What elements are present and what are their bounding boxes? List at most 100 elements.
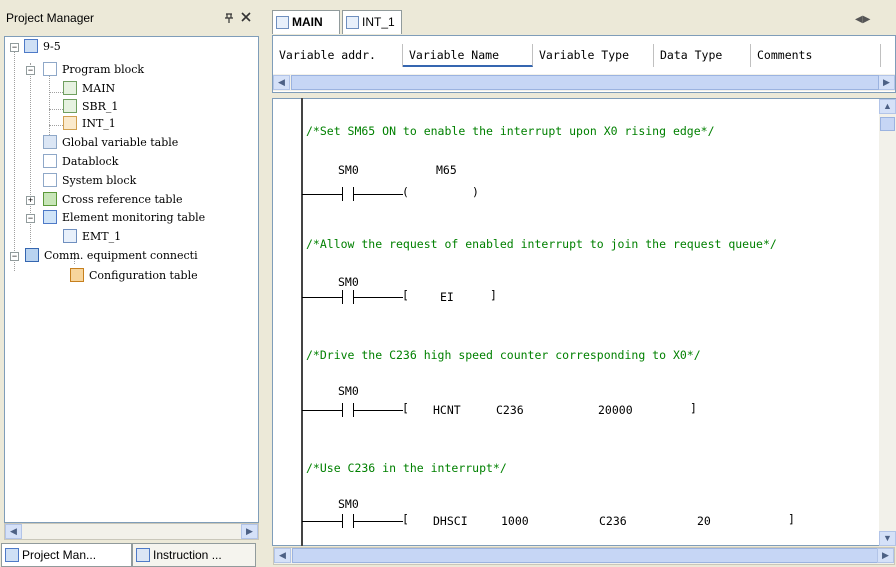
- tab-project-manager[interactable]: Project Man...: [1, 543, 132, 567]
- box-open-bracket: [: [402, 401, 409, 415]
- monitor-table-icon: [63, 229, 77, 243]
- tab-int-1[interactable]: INT_1: [342, 10, 402, 34]
- project-icon: [5, 548, 19, 562]
- cross-reference-icon: [43, 192, 57, 206]
- tree-item-label: System block: [62, 174, 137, 187]
- tab-instruction[interactable]: Instruction ...: [132, 543, 256, 567]
- operand: C236: [496, 403, 524, 417]
- tab-label: Project Man...: [22, 548, 97, 562]
- scroll-right-icon[interactable]: ▶: [878, 75, 895, 90]
- tree-item-datablock[interactable]: Datablock: [43, 154, 118, 170]
- monitor-icon: [43, 210, 57, 224]
- expand-icon[interactable]: +: [26, 196, 35, 205]
- tree-horizontal-scrollbar[interactable]: ◀ ▶: [4, 523, 259, 540]
- instruction-mnemonic: EI: [440, 290, 454, 304]
- tree-item-int[interactable]: INT_1: [63, 116, 116, 132]
- operand: 1000: [501, 514, 529, 528]
- tab-main[interactable]: MAIN: [272, 10, 340, 34]
- tab-right-icon[interactable]: ▶: [863, 14, 871, 25]
- scroll-down-icon[interactable]: ▼: [879, 531, 896, 546]
- tree-item-label: Cross reference table: [62, 193, 183, 206]
- collapse-icon[interactable]: −: [26, 214, 35, 223]
- scroll-right-icon[interactable]: ▶: [877, 548, 894, 563]
- tree-item-label: Program block: [62, 63, 145, 76]
- contact-bar: [342, 187, 343, 201]
- wire: [302, 521, 342, 522]
- instruction-mnemonic: HCNT: [433, 403, 461, 417]
- column-variable-name[interactable]: Variable Name: [403, 44, 533, 67]
- tree-item-emt[interactable]: EMT_1: [63, 229, 121, 245]
- column-data-type[interactable]: Data Type: [654, 44, 751, 67]
- coil-close-paren: ): [472, 185, 479, 199]
- coil-open-paren: (: [402, 185, 409, 199]
- tab-left-icon[interactable]: ◀: [855, 14, 863, 25]
- box-close-bracket: ]: [490, 288, 497, 302]
- wire: [353, 410, 403, 411]
- interrupt-icon: [63, 116, 77, 130]
- scroll-left-icon[interactable]: ◀: [5, 524, 22, 539]
- editor-horizontal-scrollbar[interactable]: ◀ ▶: [273, 547, 895, 565]
- tree-item-system-block[interactable]: System block: [43, 173, 136, 189]
- interrupt-icon: [346, 16, 359, 29]
- contact-label: SM0: [338, 163, 359, 177]
- project-tree: − 9-5 − Program block MAIN SBR_1 INT_1 G…: [4, 36, 259, 523]
- tree-item-sbr[interactable]: SBR_1: [63, 99, 118, 115]
- close-icon[interactable]: [241, 10, 251, 25]
- column-variable-type[interactable]: Variable Type: [533, 44, 654, 67]
- table-icon: [43, 135, 57, 149]
- network-comment: /*Set SM65 ON to enable the interrupt up…: [306, 124, 715, 138]
- tree-item-config-table[interactable]: Configuration table: [70, 268, 198, 284]
- scroll-thumb[interactable]: [291, 75, 879, 90]
- scroll-right-icon[interactable]: ▶: [241, 524, 258, 539]
- tree-item-label: Configuration table: [89, 269, 198, 282]
- collapse-icon[interactable]: −: [26, 66, 35, 75]
- collapse-icon[interactable]: −: [10, 252, 19, 261]
- operand: C236: [599, 514, 627, 528]
- scroll-left-icon[interactable]: ◀: [273, 75, 290, 90]
- panel-title: Project Manager: [6, 11, 95, 25]
- scroll-thumb[interactable]: [292, 548, 882, 563]
- tree-item-label: Global variable table: [62, 136, 179, 149]
- scroll-up-icon[interactable]: ▲: [879, 99, 896, 114]
- tree-item-cross-ref[interactable]: Cross reference table: [43, 192, 183, 208]
- contact-label: SM0: [338, 497, 359, 511]
- wire: [353, 194, 403, 195]
- variable-table-scrollbar[interactable]: ◀ ▶: [273, 74, 895, 91]
- network-comment: /*Use C236 in the interrupt*/: [306, 461, 507, 475]
- contact-bar: [342, 403, 343, 417]
- operand: 20: [697, 514, 711, 528]
- contact-label: SM0: [338, 275, 359, 289]
- ladder-editor[interactable]: [272, 98, 896, 546]
- scroll-thumb[interactable]: [880, 117, 895, 131]
- tab-label: Instruction ...: [153, 548, 222, 562]
- left-power-rail: [301, 98, 303, 546]
- collapse-icon[interactable]: −: [10, 43, 19, 52]
- operand: 20000: [598, 403, 633, 417]
- tree-item-project[interactable]: 9-5: [24, 39, 61, 55]
- column-variable-addr[interactable]: Variable addr.: [273, 44, 403, 67]
- tree-item-global-vars[interactable]: Global variable table: [43, 135, 178, 151]
- tree-item-program-block[interactable]: Program block: [43, 62, 144, 78]
- tree-item-main[interactable]: MAIN: [63, 81, 115, 97]
- program-icon: [63, 81, 77, 95]
- tree-item-label: EMT_1: [82, 230, 122, 243]
- instruction-icon: [136, 548, 150, 562]
- tree-item-element-monitor[interactable]: Element monitoring table: [43, 210, 205, 226]
- tree-item-label: INT_1: [82, 117, 116, 130]
- box-open-bracket: [: [402, 288, 409, 302]
- column-comments[interactable]: Comments: [751, 44, 881, 67]
- instruction-mnemonic: DHSCI: [433, 514, 468, 528]
- pin-icon[interactable]: [224, 12, 234, 26]
- editor-vertical-scrollbar[interactable]: ▲ ▼: [879, 99, 896, 546]
- tree-item-label: SBR_1: [82, 100, 119, 113]
- scroll-left-icon[interactable]: ◀: [274, 548, 291, 563]
- tree-item-label: MAIN: [82, 82, 116, 95]
- wire: [353, 297, 403, 298]
- wire: [302, 297, 342, 298]
- tree-item-label: Element monitoring table: [62, 211, 206, 224]
- tab-scroll-arrows[interactable]: ◀▶: [855, 14, 870, 25]
- editor-tab-bar: MAIN INT_1: [272, 10, 896, 34]
- tree-item-comm[interactable]: Comm. equipment connecti: [25, 248, 198, 264]
- tab-label: INT_1: [362, 15, 395, 29]
- subroutine-icon: [63, 99, 77, 113]
